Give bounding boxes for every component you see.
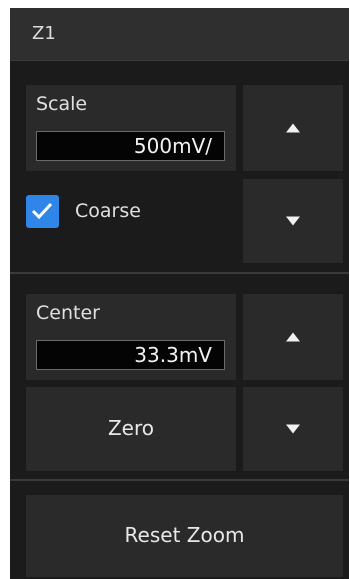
panel-header: Z1 bbox=[10, 8, 349, 61]
center-down-button[interactable] bbox=[242, 386, 344, 472]
arrow-up-icon bbox=[286, 123, 300, 133]
coarse-checkbox[interactable] bbox=[26, 195, 59, 228]
panel-title: Z1 bbox=[32, 23, 56, 44]
scale-value-input[interactable]: 500mV/ bbox=[36, 131, 225, 161]
center-up-button[interactable] bbox=[242, 293, 344, 381]
scale-field[interactable]: Scale 500mV/ bbox=[25, 84, 237, 172]
arrow-down-icon bbox=[286, 424, 300, 434]
coarse-label: Coarse bbox=[75, 200, 141, 222]
scale-up-button[interactable] bbox=[242, 84, 344, 172]
zero-button[interactable]: Zero bbox=[25, 386, 237, 472]
zero-button-label: Zero bbox=[107, 416, 155, 440]
center-label: Center bbox=[36, 302, 100, 324]
section-divider bbox=[10, 272, 349, 274]
reset-zoom-button[interactable]: Reset Zoom bbox=[25, 494, 344, 578]
scale-down-button[interactable] bbox=[242, 178, 344, 264]
checkmark-icon bbox=[31, 202, 53, 220]
center-value-input[interactable]: 33.3mV bbox=[36, 340, 225, 370]
reset-zoom-label: Reset Zoom bbox=[124, 523, 245, 547]
center-field[interactable]: Center 33.3mV bbox=[25, 293, 237, 381]
arrow-down-icon bbox=[286, 216, 300, 226]
arrow-up-icon bbox=[286, 332, 300, 342]
scale-label: Scale bbox=[36, 93, 88, 115]
section-divider bbox=[10, 479, 349, 481]
